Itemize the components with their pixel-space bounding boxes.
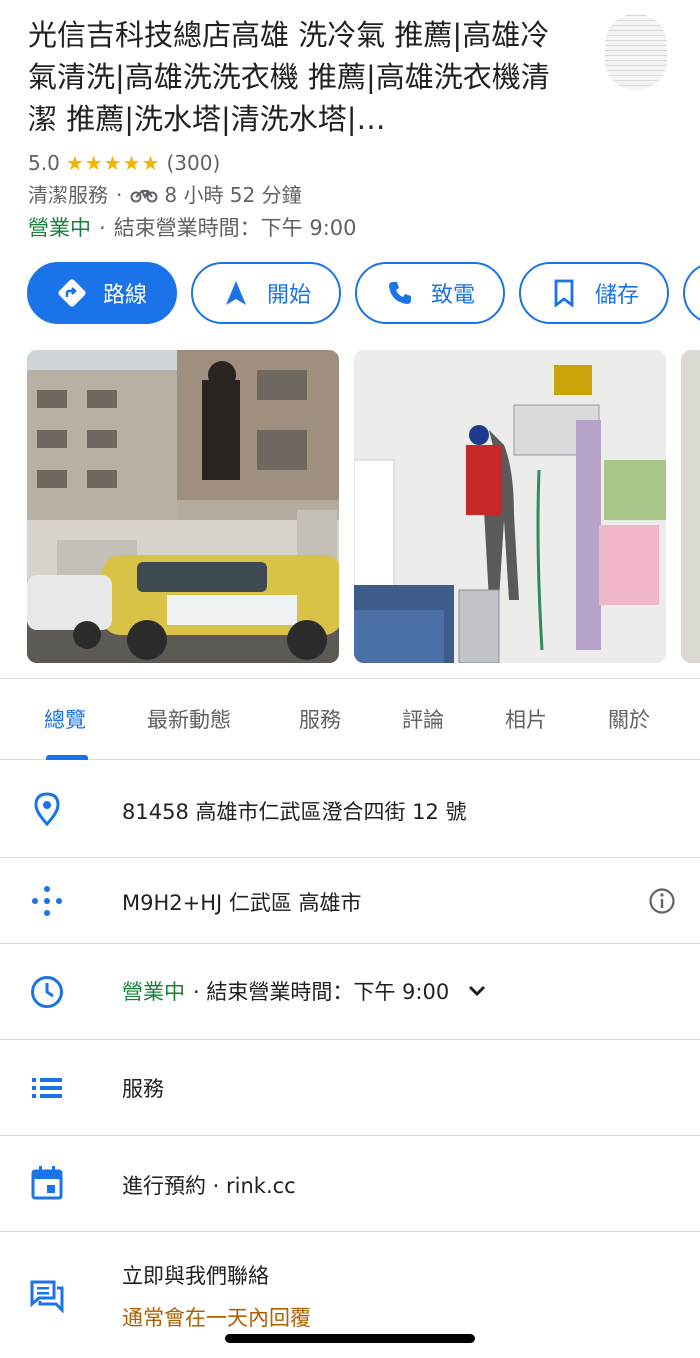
- tab-reviews[interactable]: 評論: [402, 704, 444, 734]
- services-row[interactable]: 服務: [0, 1040, 700, 1136]
- contact-text: 立即與我們聯絡: [122, 1264, 269, 1288]
- tab-about[interactable]: 關於: [608, 704, 650, 734]
- place-title: 光信吉科技總店高雄 洗冷氣 推薦|高雄冷氣清洗|高雄洗洗衣機 推薦|高雄洗衣機清…: [28, 18, 550, 136]
- closing-time: 結束營業時間：下午 9:00: [113, 216, 357, 240]
- rating-value: 5.0: [28, 151, 60, 175]
- storefront-photo[interactable]: [27, 350, 339, 663]
- category-row: 清潔服務 · 8 小時 52 分鐘: [28, 180, 302, 210]
- phone-icon: [388, 282, 411, 304]
- photo-carousel[interactable]: [27, 350, 700, 663]
- booking-text: 進行預約 · rink.cc: [122, 1174, 296, 1198]
- share-button[interactable]: [683, 262, 700, 324]
- star-rating-icon: ★★★★★: [65, 151, 161, 175]
- start-label: 開始: [266, 283, 311, 308]
- save-button[interactable]: 儲存: [519, 262, 669, 324]
- plus-code-icon: [28, 882, 66, 920]
- hours-summary[interactable]: 營業中 · 結束營業時間：下午 9:00: [28, 212, 357, 244]
- directions-icon: [58, 279, 86, 307]
- address-row[interactable]: 81458 高雄市仁武區澄合四街 12 號: [0, 760, 700, 858]
- action-buttons: 路線 開始 致電 儲存: [27, 262, 700, 324]
- directions-label: 路線: [102, 283, 147, 308]
- service-photo[interactable]: [354, 350, 666, 663]
- category-label: 清潔服務: [28, 183, 108, 207]
- address-text: 81458 高雄市仁武區澄合四街 12 號: [122, 800, 467, 824]
- plus-code-text: M9H2+HJ 仁武區 高雄市: [122, 891, 362, 915]
- service-illustration: [354, 350, 666, 663]
- open-status: 營業中: [28, 216, 91, 240]
- storefront-illustration: [27, 350, 339, 663]
- separator-dot: ·: [99, 216, 106, 240]
- hours-closing-text: · 結束營業時間：下午 9:00: [193, 980, 450, 1004]
- booking-row[interactable]: 進行預約 · rink.cc: [0, 1136, 700, 1232]
- clock-icon: [28, 973, 66, 1011]
- place-header: 光信吉科技總店高雄 洗冷氣 推薦|高雄冷氣清洗|高雄洗洗衣機 推薦|高雄洗衣機清…: [0, 0, 700, 260]
- tab-services[interactable]: 服務: [299, 704, 341, 734]
- hours-row[interactable]: 營業中 · 結束營業時間：下午 9:00: [0, 944, 700, 1040]
- home-indicator[interactable]: [225, 1334, 475, 1343]
- travel-time: 8 小時 52 分鐘: [164, 183, 302, 207]
- review-count: (300): [166, 151, 221, 175]
- plus-code-row[interactable]: M9H2+HJ 仁武區 高雄市: [0, 858, 700, 944]
- chat-icon: [28, 1277, 66, 1315]
- bookmark-icon: [554, 279, 574, 308]
- contact-reply-time: 通常會在一天內回覆: [122, 1306, 311, 1330]
- hours-detail: 營業中 · 結束營業時間：下午 9:00: [122, 976, 487, 1006]
- call-button[interactable]: 致電: [355, 262, 505, 324]
- separator-dot: ·: [116, 183, 123, 207]
- location-pin-icon: [28, 790, 66, 828]
- info-icon[interactable]: [648, 887, 676, 915]
- tab-bar: 總覽 最新動態 服務 評論 相片 關於: [0, 678, 700, 760]
- services-text: 服務: [122, 1077, 164, 1101]
- photo-partial[interactable]: [681, 350, 700, 663]
- list-icon: [28, 1069, 66, 1107]
- start-button[interactable]: 開始: [191, 262, 341, 324]
- hours-open-status: 營業中: [122, 980, 185, 1004]
- navigation-arrow-icon: [225, 281, 246, 305]
- chevron-down-icon[interactable]: [467, 984, 487, 998]
- calendar-icon: [28, 1164, 66, 1202]
- tab-photos[interactable]: 相片: [505, 704, 547, 734]
- place-thumbnail[interactable]: [605, 14, 667, 90]
- save-label: 儲存: [594, 283, 639, 308]
- directions-button[interactable]: 路線: [27, 262, 177, 324]
- rating-row[interactable]: 5.0 ★★★★★ (300): [28, 148, 220, 178]
- motorcycle-icon: [130, 190, 158, 203]
- call-label: 致電: [430, 283, 475, 308]
- tab-updates[interactable]: 最新動態: [147, 704, 231, 734]
- tab-overview[interactable]: 總覽: [44, 704, 86, 734]
